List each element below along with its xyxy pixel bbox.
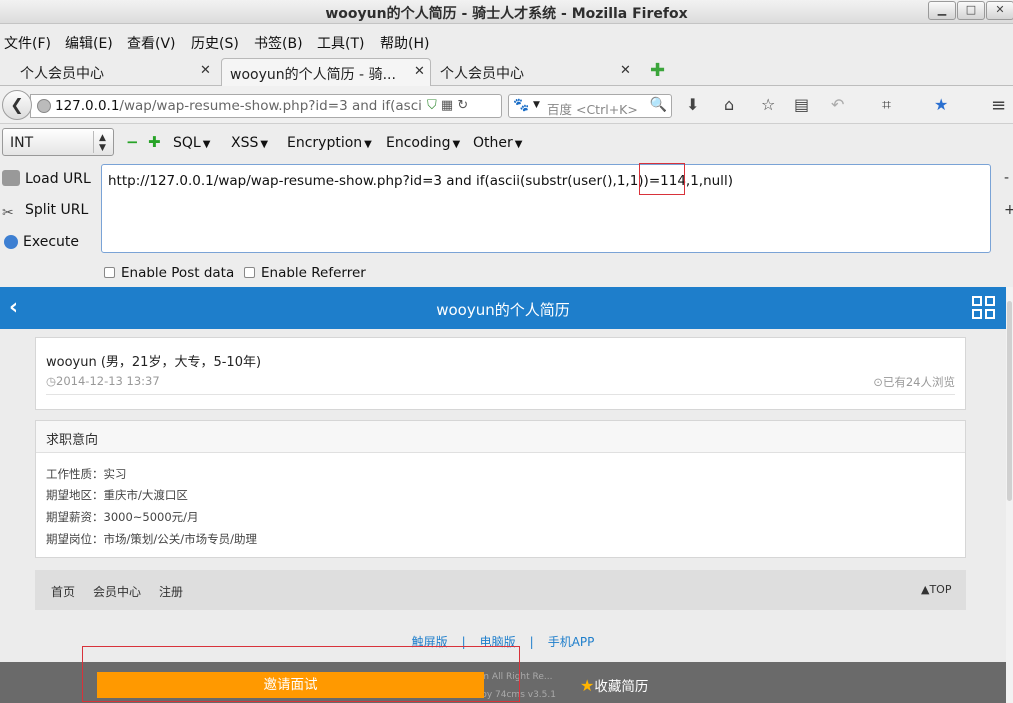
- decrease-button[interactable]: −: [126, 133, 139, 151]
- url-text[interactable]: 127.0.0.1/wap/wap-resume-show.php?id=3 a…: [55, 98, 421, 114]
- hamburger-menu-icon[interactable]: ≡: [991, 95, 1006, 116]
- tab-close-icon[interactable]: ✕: [200, 63, 211, 78]
- tab-label: wooyun的个人简历 - 骑...: [230, 67, 396, 83]
- menu-view[interactable]: 查看(V): [127, 33, 176, 53]
- download-icon[interactable]: ⬇: [686, 95, 699, 114]
- search-box[interactable]: 🐾 ▼ 百度 <Ctrl+K> 🔍: [508, 94, 672, 118]
- menu-bar: 文件(F) 编辑(E) 查看(V) 历史(S) 书签(B) 工具(T) 帮助(H…: [0, 28, 1013, 54]
- split-url-button[interactable]: ✂ Split URL: [2, 202, 88, 221]
- intent-row-area: 期望地区：重庆市/大渡口区: [46, 488, 188, 502]
- tab-close-icon[interactable]: ✕: [620, 63, 631, 78]
- url-bar[interactable]: 127.0.0.1/wap/wap-resume-show.php?id=3 a…: [30, 94, 502, 118]
- page-scrollbar[interactable]: [1006, 287, 1013, 703]
- footer-link-register[interactable]: 注册: [159, 583, 183, 600]
- play-icon: [4, 235, 18, 249]
- job-intent-card: 求职意向 工作性质：实习 期望地区：重庆市/大渡口区 期望薪资：3000~500…: [35, 420, 966, 558]
- type-select-value: INT: [10, 135, 34, 151]
- footer-link-member[interactable]: 会员中心: [93, 583, 141, 600]
- enable-post-checkbox[interactable]: Enable Post data: [104, 265, 234, 281]
- load-url-button[interactable]: Load URL: [2, 170, 91, 187]
- home-icon[interactable]: ⌂: [724, 95, 734, 114]
- menu-help[interactable]: 帮助(H): [380, 33, 429, 53]
- url-bar-icons: ⛉ ▦ ↻: [427, 98, 468, 113]
- tab-member-center-1[interactable]: 个人会员中心 ✕: [14, 58, 220, 86]
- intent-row-type: 工作性质：实习: [46, 467, 127, 481]
- addon-star-icon[interactable]: ★: [934, 95, 948, 114]
- close-window-button[interactable]: ✕: [986, 1, 1013, 20]
- menu-bookmarks[interactable]: 书签(B): [254, 33, 303, 53]
- qr-icon[interactable]: ▦: [441, 98, 453, 113]
- profile-date: ◷2014-12-13 13:37: [46, 374, 160, 388]
- tab-member-center-2[interactable]: 个人会员中心 ✕: [434, 58, 640, 86]
- intent-row-position: 期望岗位：市场/策划/公关/市场专员/助理: [46, 532, 257, 546]
- window-title: wooyun的个人简历 - 骑士人才系统 - Mozilla Firefox: [325, 6, 688, 22]
- side-minus[interactable]: -: [1004, 170, 1009, 186]
- crop-icon[interactable]: ⌗: [882, 95, 891, 115]
- tab-label: 个人会员中心: [440, 66, 524, 82]
- page-header: ‹ wooyun的个人简历: [0, 287, 1006, 329]
- menu-history[interactable]: 历史(S): [191, 33, 239, 53]
- highlight-box-value: [639, 163, 685, 195]
- other-menu[interactable]: Other ▼: [473, 135, 522, 151]
- menu-edit[interactable]: 编辑(E): [65, 33, 113, 53]
- tab-close-icon[interactable]: ✕: [414, 64, 425, 79]
- scissors-icon: ✂: [2, 205, 14, 221]
- globe-icon: [37, 99, 51, 113]
- load-url-icon: [2, 170, 20, 186]
- encoding-menu[interactable]: Encoding ▼: [386, 135, 460, 151]
- footer-link-home[interactable]: 首页: [51, 583, 75, 600]
- window-titlebar: wooyun的个人简历 - 骑士人才系统 - Mozilla Firefox ▁…: [0, 0, 1013, 24]
- bookmark-star-icon[interactable]: ☆: [761, 95, 775, 114]
- type-select[interactable]: INT ▲ ▼: [2, 128, 114, 156]
- menu-tools[interactable]: 工具(T): [317, 33, 364, 53]
- baidu-icon[interactable]: 🐾: [513, 98, 529, 113]
- search-placeholder[interactable]: 百度 <Ctrl+K>: [547, 99, 638, 118]
- grid-menu-icon[interactable]: [972, 296, 996, 320]
- execute-button[interactable]: Execute: [2, 234, 79, 250]
- divider: [46, 394, 955, 395]
- nav-toolbar: 127.0.0.1/wap/wap-resume-show.php?id=3 a…: [0, 86, 1013, 124]
- back-button[interactable]: ❮: [2, 90, 32, 120]
- chevron-down-icon[interactable]: ▼: [533, 100, 540, 110]
- spinner-arrows-icon[interactable]: ▲ ▼: [93, 131, 111, 153]
- link-app[interactable]: 手机APP: [548, 635, 595, 649]
- back-to-top-link[interactable]: ▲TOP: [921, 583, 951, 596]
- reload-icon[interactable]: ↻: [457, 98, 468, 113]
- tab-resume[interactable]: wooyun的个人简历 - 骑... ✕: [221, 58, 431, 86]
- sql-menu[interactable]: SQL ▼: [173, 135, 210, 151]
- tab-label: 个人会员中心: [20, 66, 104, 82]
- minimize-button[interactable]: ▁: [928, 1, 956, 20]
- enable-referrer-checkbox[interactable]: Enable Referrer: [244, 265, 366, 281]
- shield-icon[interactable]: ⛉: [427, 98, 437, 113]
- page-title: wooyun的个人简历: [436, 301, 570, 319]
- collect-resume-button[interactable]: ★收藏简历: [580, 675, 648, 695]
- intent-row-salary: 期望薪资：3000~5000元/月: [46, 510, 199, 524]
- hackbar-toolbar: INT ▲ ▼ − ✚ SQL ▼ XSS ▼ Encryption ▼ Encodin…: [0, 124, 1013, 162]
- profile-card: wooyun (男，21岁，大专，5-10年) ◷2014-12-13 13:3…: [35, 337, 966, 410]
- reading-list-icon[interactable]: ▤: [794, 95, 809, 114]
- new-tab-button[interactable]: ✚: [650, 60, 665, 81]
- encryption-menu[interactable]: Encryption ▼: [287, 135, 372, 151]
- job-intent-header: 求职意向: [36, 421, 965, 453]
- xss-menu[interactable]: XSS ▼: [231, 135, 268, 151]
- footer-nav: 首页 会员中心 注册 ▲TOP: [35, 570, 966, 610]
- webpage: ‹ wooyun的个人简历 wooyun (男，21岁，大专，5-10年) ◷2…: [0, 287, 1006, 703]
- undo-icon[interactable]: ↶: [831, 95, 844, 114]
- maximize-button[interactable]: □: [957, 1, 985, 20]
- search-icon[interactable]: 🔍: [650, 97, 667, 113]
- menu-file[interactable]: 文件(F): [4, 33, 51, 53]
- view-count: ⊙已有24人浏览: [873, 375, 955, 389]
- star-icon: ★: [580, 676, 595, 695]
- profile-name: wooyun (男，21岁，大专，5-10年): [46, 355, 262, 370]
- increase-button[interactable]: ✚: [148, 133, 161, 151]
- hackbar-url-textarea[interactable]: http://127.0.0.1/wap/wap-resume-show.php…: [101, 164, 991, 253]
- tab-bar: 个人会员中心 ✕ wooyun的个人简历 - 骑... ✕ 个人会员中心 ✕ ✚: [0, 56, 1013, 86]
- highlight-box-invite: [82, 646, 520, 702]
- side-plus[interactable]: +: [1004, 202, 1013, 218]
